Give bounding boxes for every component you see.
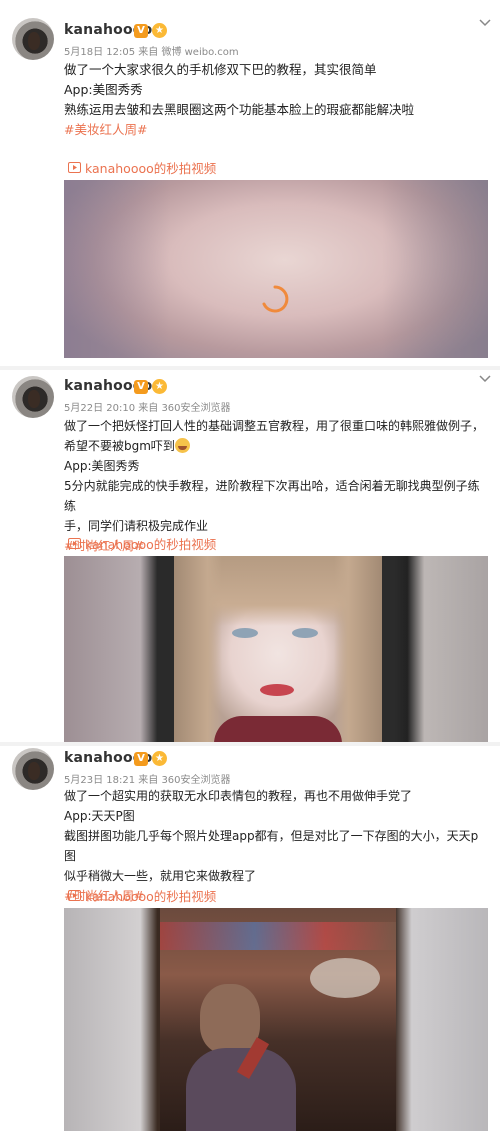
post-text: 做了一个大家求很久的手机修双下巴的教程，其实很简单 App:美图秀秀 熟练运用去… <box>64 60 484 140</box>
post-line: 希望不要被bgm吓到 <box>64 439 175 453</box>
video-link[interactable]: kanahoooo的秒拍视频 <box>68 886 216 905</box>
video-link[interactable]: kanahoooo的秒拍视频 <box>68 534 216 553</box>
play-video-icon <box>68 538 81 549</box>
weibo-post-2: kanahoooo V ★ 5月22日 20:10 来自 360安全浏览器 做了… <box>0 370 500 744</box>
post-line: 熟练运用去皱和去黑眼圈这两个功能基本脸上的瑕疵都能解决啦 <box>64 102 415 117</box>
vip-star-icon: ★ <box>152 379 167 394</box>
video-thumbnail[interactable] <box>64 908 488 1131</box>
verified-v-badge: V <box>134 380 148 394</box>
video-thumbnail[interactable] <box>64 556 488 744</box>
verified-v-badge: V <box>134 752 148 766</box>
post-line: 手，同学们请积极完成作业 <box>64 519 209 533</box>
weibo-post-1: kanahoooo V ★ 5月18日 12:05 来自 微博 weibo.co… <box>0 0 500 366</box>
chevron-down-icon[interactable] <box>478 372 492 386</box>
verified-v-badge: V <box>134 24 148 38</box>
video-link-label: kanahoooo的秒拍视频 <box>85 161 217 176</box>
post-line: 似乎稍微大一些，就用它来做教程了 <box>64 869 257 883</box>
post-line: 截图拼图功能几乎每个照片处理app都有，但是对比了一下存图的大小，天天p图 <box>64 829 479 863</box>
chevron-down-icon[interactable] <box>478 16 492 30</box>
post-line: 做了一个超实用的获取无水印表情包的教程，再也不用做伸手党了 <box>64 789 413 803</box>
topic-link[interactable]: #美妆红人周# <box>64 120 484 140</box>
portrait-image <box>174 556 382 744</box>
post-line: 做了一个把妖怪打回人性的基础调整五官教程，用了很重口味的韩熙雅做例子， <box>64 419 485 433</box>
post-line: 5分内就能完成的快手教程，进阶教程下次再出哈，适合闲着无聊找典型例子练练 <box>64 479 480 513</box>
play-video-icon <box>68 162 81 173</box>
play-video-icon <box>68 890 81 901</box>
avatar[interactable] <box>12 376 54 418</box>
video-link-label: kanahoooo的秒拍视频 <box>85 889 217 904</box>
vip-star-icon: ★ <box>152 23 167 38</box>
weibo-post-3: kanahoooo V ★ 5月23日 18:21 来自 360安全浏览器 做了… <box>0 746 500 1131</box>
post-line: 做了一个大家求很久的手机修双下巴的教程，其实很简单 <box>64 62 377 77</box>
vip-star-icon: ★ <box>152 751 167 766</box>
post-line: App:美图秀秀 <box>64 459 140 473</box>
post-meta: 5月23日 18:21 来自 360安全浏览器 <box>64 775 231 786</box>
avatar[interactable] <box>12 18 54 60</box>
loading-spinner-icon <box>262 285 289 313</box>
post-line: App:美图秀秀 <box>64 82 143 97</box>
video-thumbnail[interactable] <box>64 180 488 358</box>
laugh-cry-emoji-icon <box>174 438 190 453</box>
post-meta: 5月22日 20:10 来自 360安全浏览器 <box>64 403 231 414</box>
video-link-label: kanahoooo的秒拍视频 <box>85 537 217 552</box>
street-scene-image <box>160 908 396 1131</box>
post-meta: 5月18日 12:05 来自 微博 weibo.com <box>64 47 239 58</box>
avatar[interactable] <box>12 748 54 790</box>
video-link[interactable]: kanahoooo的秒拍视频 <box>68 158 216 177</box>
post-line: App:天天P图 <box>64 809 135 823</box>
